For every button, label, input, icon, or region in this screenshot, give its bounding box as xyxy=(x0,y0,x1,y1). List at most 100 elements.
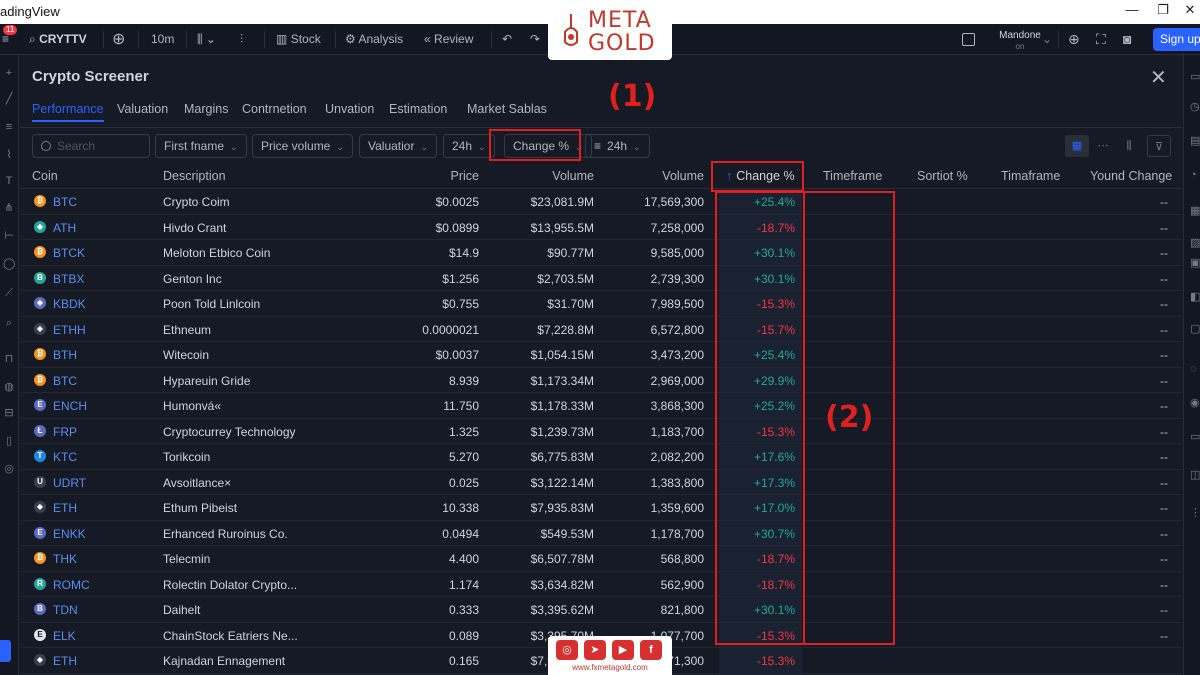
chat-icon[interactable]: ◧ xyxy=(1190,291,1200,303)
coin-ticker[interactable]: ATH xyxy=(53,221,76,235)
table-row[interactable]: E ENCH Humonvá« 11.750 $1,178.33M 3,868,300 +2… xyxy=(20,393,1182,419)
tab-performance[interactable]: Performance xyxy=(32,102,104,122)
news-icon[interactable]: ▣ xyxy=(1190,257,1200,269)
col-sortiot[interactable]: Sortiot % xyxy=(917,169,968,183)
bottom-panel-toggle[interactable] xyxy=(0,640,11,662)
coin-ticker[interactable]: ENCH xyxy=(53,399,87,413)
notifications-icon[interactable]: ▭ xyxy=(1190,431,1200,443)
tab-market-sablas[interactable]: Market Sablas xyxy=(467,102,547,116)
col-volume[interactable]: Volume xyxy=(500,169,594,183)
review-button[interactable]: « Review xyxy=(424,24,473,55)
tab-estimation[interactable]: Estimation xyxy=(389,102,447,116)
table-row[interactable]: Ł FRP Cryptocurrey Technology 1.325 $1,239.7… xyxy=(20,419,1182,444)
first-frame-dropdown[interactable]: First fname ⌄ xyxy=(155,134,247,158)
analysis-button[interactable]: ⚙ Analysis xyxy=(345,24,403,55)
list-view-icon[interactable]: ⋯ xyxy=(1091,135,1115,157)
eye-icon[interactable]: ◍ xyxy=(3,381,15,393)
coin-ticker[interactable]: KBDK xyxy=(53,297,86,311)
tab-valuation[interactable]: Valuation xyxy=(117,102,168,116)
table-row[interactable]: ◆ ATH Hivdo Crant $0.0899 $13,955.5M 7,258,00… xyxy=(20,215,1182,240)
alerts-icon[interactable]: ◷ xyxy=(1190,101,1200,113)
pattern-icon[interactable]: ⋔ xyxy=(3,202,15,214)
tab-contrnetion[interactable]: Contrnetion xyxy=(242,102,307,116)
trendline-icon[interactable]: ╱ xyxy=(3,93,15,105)
period-dropdown[interactable]: 24h ⌄ xyxy=(443,134,495,158)
col-price[interactable]: Price xyxy=(400,169,479,183)
table-row[interactable]: T KTC Torikcoin 5.270 $6,775.83M 2,082,200 +17… xyxy=(20,444,1182,470)
sort-period-dropdown[interactable]: ≡ 24h ⌄ xyxy=(585,134,650,158)
coin-ticker[interactable]: KTC xyxy=(53,450,77,464)
menu-button[interactable]: ≡ 11 xyxy=(0,24,18,55)
price-volume-dropdown[interactable]: Price volume ⌄ xyxy=(252,134,353,158)
chevron-down-icon[interactable]: ⌄ xyxy=(1042,24,1052,55)
table-row[interactable]: U UDRT Avsoitlance× 0.025 $3,122.14M 1,383,80… xyxy=(20,470,1182,495)
add-symbol-icon[interactable]: ⊕ xyxy=(112,24,125,55)
coin-ticker[interactable]: ENKK xyxy=(53,527,86,541)
table-row[interactable]: E ENKK Erhanced Ruroinus Co. 0.0494 $549.53M… xyxy=(20,521,1182,546)
tab-margins[interactable]: Margins xyxy=(184,102,228,116)
coin-ticker[interactable]: BTCK xyxy=(53,246,85,260)
favorites-icon[interactable]: ⊟ xyxy=(3,407,15,419)
maximize-button[interactable]: ❐ xyxy=(1153,2,1173,18)
fullscreen-icon[interactable]: ⛶ xyxy=(1096,24,1106,55)
more-icon[interactable]: ⋮ xyxy=(1190,507,1200,519)
ruler-icon[interactable]: ⟋ xyxy=(3,287,15,299)
coin-ticker[interactable]: ETH xyxy=(53,654,77,668)
col-timeframe[interactable]: Timeframe xyxy=(823,169,882,183)
symbol-search[interactable]: ⌕ CRYTTV xyxy=(29,24,87,55)
brush-icon[interactable]: ⌇ xyxy=(3,149,15,161)
col-volume-2[interactable]: Volume xyxy=(620,169,704,183)
redo-icon[interactable]: ↷ xyxy=(530,24,540,55)
coin-ticker[interactable]: BTBX xyxy=(53,272,84,286)
table-row[interactable]: ◆ ETH Ethum Pibeist 10.338 $7,935.83M 1,359,6… xyxy=(20,495,1182,521)
crosshair-icon[interactable]: + xyxy=(3,67,15,79)
coin-ticker[interactable]: ETH xyxy=(53,501,77,515)
tab-unvation[interactable]: Unvation xyxy=(325,102,374,116)
fib-icon[interactable]: ≡ xyxy=(3,121,15,133)
messages-icon[interactable]: ▢ xyxy=(1190,323,1200,335)
table-row[interactable]: ₿ BTC Hypareuin Gride 8.939 $1,173.34M 2,969,… xyxy=(20,368,1182,393)
col-timeframe-2[interactable]: Timaframe xyxy=(1001,169,1060,183)
layout-checkbox-icon[interactable] xyxy=(962,24,975,55)
interval-button[interactable]: 10m xyxy=(151,24,174,55)
calendar-icon[interactable]: ▦ xyxy=(1190,205,1200,217)
coin-ticker[interactable]: ROMC xyxy=(53,578,90,592)
sign-up-button[interactable]: Sign up xyxy=(1153,28,1200,51)
col-yound-change[interactable]: Yound Change xyxy=(1090,169,1172,183)
table-row[interactable]: ₿ BTCK Meloton Etbico Coin $14.9 $90.77M 9,58… xyxy=(20,240,1182,266)
table-row[interactable]: ◆ ETHH Ethneum 0.0000021 $7,228.8M 6,572,800 -… xyxy=(20,317,1182,342)
close-icon[interactable]: ✕ xyxy=(1150,65,1167,90)
table-row[interactable]: ₿ BTH Witecoin $0.0037 $1,054.15M 3,473,200 +2… xyxy=(20,342,1182,368)
close-window-button[interactable]: ✕ xyxy=(1180,2,1200,18)
table-row[interactable]: R ROMC Rolectin Dolator Crypto... 1.174 $3,6… xyxy=(20,572,1182,597)
filter-icon[interactable]: ⊽ xyxy=(1147,135,1171,157)
help-icon[interactable]: ◫ xyxy=(1190,469,1200,481)
coin-ticker[interactable]: UDRT xyxy=(53,476,86,490)
coin-ticker[interactable]: BTH xyxy=(53,348,77,362)
coin-ticker[interactable]: ELK xyxy=(53,629,76,643)
undo-icon[interactable]: ↶ xyxy=(502,24,512,55)
coin-ticker[interactable]: THK xyxy=(53,552,77,566)
table-row[interactable]: B TDN Daihelt 0.333 $3,395.62M 821,800 +30.1% -… xyxy=(20,597,1182,623)
minimize-button[interactable]: — xyxy=(1122,2,1142,17)
table-row[interactable]: ₿ BTC Crypto Coim $0.0025 $23,081.9M 17,569,3… xyxy=(20,189,1182,215)
grid-view-icon[interactable]: ▦ xyxy=(1065,135,1089,157)
broadcast-icon[interactable]: ◉ xyxy=(1190,397,1200,409)
search-input[interactable]: Search xyxy=(32,134,150,158)
ideas-icon[interactable]: ▨ xyxy=(1190,237,1200,249)
coin-ticker[interactable]: FRP xyxy=(53,425,77,439)
indicators-icon[interactable]: ⫶ xyxy=(240,24,243,55)
zoom-icon[interactable]: ⊕ xyxy=(1068,24,1080,55)
magnet-icon[interactable]: ◯ xyxy=(3,258,15,270)
text-icon[interactable]: T xyxy=(3,175,15,187)
stock-button[interactable]: ▥ Stock xyxy=(276,24,321,55)
measure-icon[interactable]: ⊢ xyxy=(3,230,15,242)
lock-icon[interactable]: ⊓ xyxy=(3,353,15,365)
col-coin[interactable]: Coin xyxy=(32,169,58,183)
coin-ticker[interactable]: BTC xyxy=(53,374,77,388)
hotlist-icon[interactable]: ◔ xyxy=(1190,169,1200,181)
col-description[interactable]: Description xyxy=(163,169,226,183)
coin-ticker[interactable]: BTC xyxy=(53,195,77,209)
valuation-dropdown[interactable]: Valuatior ⌄ xyxy=(359,134,438,158)
table-row[interactable]: ₿ THK Telecmin 4.400 $6,507.78M 568,800 -18.7%… xyxy=(20,546,1182,572)
